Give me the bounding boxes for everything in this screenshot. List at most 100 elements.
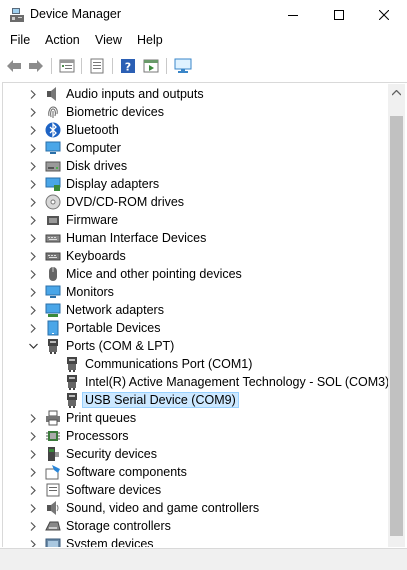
toolbar-separator [81,58,82,74]
tree-device[interactable]: Communications Port (COM1) [3,355,388,373]
menu-view[interactable]: View [95,33,122,47]
tree-category[interactable]: Biometric devices [3,103,388,121]
chevron-right-icon[interactable] [27,211,39,229]
tree-item-label: Monitors [66,285,114,299]
printer-icon [45,410,61,426]
chevron-right-icon[interactable] [27,481,39,499]
chevron-right-icon[interactable] [27,463,39,481]
fingerprint-icon [45,104,61,120]
chevron-right-icon[interactable] [27,427,39,445]
tree-category[interactable]: Processors [3,427,388,445]
chevron-right-icon[interactable] [27,193,39,211]
tree-category[interactable]: Firmware [3,211,388,229]
tree-category[interactable]: Bluetooth [3,121,388,139]
chevron-right-icon[interactable] [27,301,39,319]
keyboard-icon [45,248,61,264]
port-icon [64,374,80,390]
tree-category[interactable]: Audio inputs and outputs [3,85,388,103]
scroll-up-button[interactable] [388,84,405,101]
tree-category[interactable]: Human Interface Devices [3,229,388,247]
display-adapter-icon [45,176,61,192]
mouse-icon [45,266,61,282]
tree-category[interactable]: Mice and other pointing devices [3,265,388,283]
close-button[interactable] [361,0,407,30]
tree-category[interactable]: Print queues [3,409,388,427]
back-arrow-icon[interactable] [4,56,24,76]
tree-item-label: Security devices [66,447,158,461]
network-icon [45,302,61,318]
tree-category[interactable]: Portable Devices [3,319,388,337]
chevron-right-icon[interactable] [27,175,39,193]
toolbar-separator [166,58,167,74]
tree-item-label: Portable Devices [66,321,161,335]
tree-category[interactable]: Software components [3,463,388,481]
tree-category[interactable]: Network adapters [3,301,388,319]
chevron-right-icon[interactable] [27,283,39,301]
chevron-right-icon[interactable] [27,121,39,139]
chevron-right-icon[interactable] [27,409,39,427]
bluetooth-icon [45,122,61,138]
chevron-right-icon[interactable] [27,517,39,535]
tree-category[interactable]: System devices [3,535,388,547]
expand-down-icon[interactable] [27,337,39,355]
properties-icon[interactable] [57,56,77,76]
help-icon[interactable]: ? [118,56,138,76]
svg-text:?: ? [125,61,131,74]
tree-category[interactable]: Monitors [3,283,388,301]
tree-category[interactable]: Storage controllers [3,517,388,535]
tree-category[interactable]: Disk drives [3,157,388,175]
speaker-icon [45,86,61,102]
device-tree-frame: Audio inputs and outputs Biometric device… [2,82,407,547]
monitor-icon [45,284,61,300]
sound-icon [45,500,61,516]
port-icon [45,338,61,354]
chevron-right-icon[interactable] [27,229,39,247]
tree-device[interactable]: USB Serial Device (COM9) [3,391,388,409]
chevron-right-icon[interactable] [27,265,39,283]
tree-item-label: Biometric devices [66,105,164,119]
tree-category[interactable]: Software devices [3,481,388,499]
show-hide-tree-icon[interactable] [87,56,107,76]
menu-help[interactable]: Help [137,33,163,47]
tree-category[interactable]: Sound, video and game controllers [3,499,388,517]
tree-category[interactable]: DVD/CD-ROM drives [3,193,388,211]
chevron-right-icon[interactable] [27,499,39,517]
run-icon[interactable] [141,56,161,76]
monitor-icon[interactable] [173,56,193,76]
chevron-right-icon[interactable] [27,247,39,265]
tree-item-label: Keyboards [66,249,126,263]
chevron-right-icon[interactable] [27,535,39,547]
minimize-button[interactable] [270,0,316,30]
chevron-right-icon[interactable] [27,319,39,337]
tree-item-label: Software components [66,465,187,479]
software-component-icon [45,464,61,480]
tree-item-label: Audio inputs and outputs [66,87,204,101]
maximize-button[interactable] [316,0,362,30]
tree-category[interactable]: Security devices [3,445,388,463]
chevron-right-icon[interactable] [27,445,39,463]
chevron-right-icon[interactable] [27,139,39,157]
tree-item-label: Display adapters [66,177,160,191]
chevron-right-icon[interactable] [27,103,39,121]
menu-action[interactable]: Action [45,33,80,47]
firmware-icon [45,212,61,228]
storage-icon [45,518,61,534]
vertical-scrollbar[interactable] [388,84,405,547]
chevron-right-icon[interactable] [27,157,39,175]
tree-category[interactable]: Keyboards [3,247,388,265]
forward-arrow-icon[interactable] [26,56,46,76]
system-icon [45,536,61,547]
disk-drive-icon [45,158,61,174]
tree-device[interactable]: Intel(R) Active Management Technology - … [3,373,388,391]
tree-item-label: Print queues [66,411,137,425]
menu-file[interactable]: File [10,33,30,47]
toolbar-separator [51,58,52,74]
tree-category[interactable]: Computer [3,139,388,157]
scrollbar-thumb[interactable] [390,116,403,536]
tree-category[interactable]: Display adapters [3,175,388,193]
tree-item-label: DVD/CD-ROM drives [66,195,185,209]
device-tree: Audio inputs and outputs Biometric device… [3,85,388,547]
chevron-right-icon[interactable] [27,85,39,103]
tree-item-label: Processors [66,429,129,443]
tree-category[interactable]: Ports (COM & LPT) [3,337,388,355]
